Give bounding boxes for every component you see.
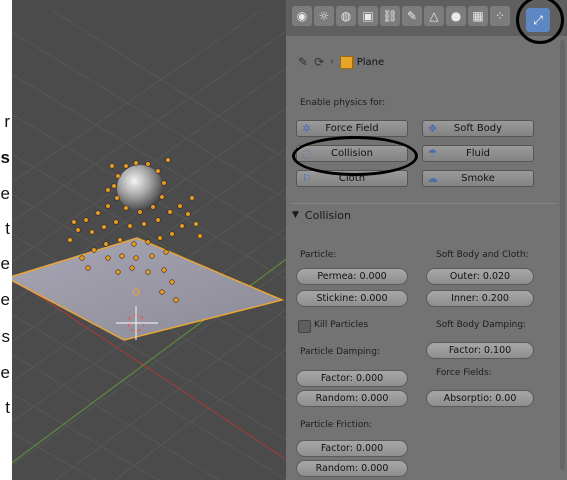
properties-editor: ◉ ☼ ◍ ▣ ⛓ ✎ △ ● ▦ ⁘ ⤢ ✎ ⟳ › Plane Enable…: [286, 0, 567, 480]
fluid-button[interactable]: ☂ Fluid: [422, 145, 534, 162]
inner-field[interactable]: Inner: 0.200: [426, 290, 534, 307]
smoke-button[interactable]: ☁ Smoke: [422, 170, 534, 187]
document-fragment: e: [0, 254, 10, 273]
plane-object: [12, 237, 285, 341]
outer-field[interactable]: Outer: 0.020: [426, 268, 534, 285]
document-fragment: t: [5, 398, 10, 417]
document-fragment: s: [1, 327, 11, 346]
document-fragment: s: [0, 148, 10, 167]
triangle-down-icon: ▼: [292, 210, 299, 220]
soft-body-cloth-label: Soft Body and Cloth:: [436, 250, 529, 260]
friction-random-field[interactable]: Random: 0.000: [296, 460, 408, 477]
fluid-icon: ☂: [427, 147, 438, 160]
absorption-field[interactable]: Absorptio: 0.00: [426, 390, 534, 407]
object-cube-icon: [339, 55, 353, 69]
material-icon[interactable]: ●: [446, 6, 466, 26]
object-icon[interactable]: ▣: [358, 6, 378, 26]
wrench-icon[interactable]: ✎: [402, 6, 422, 26]
camera-icon[interactable]: ◉: [292, 6, 312, 26]
soft-body-button[interactable]: ❖ Soft Body: [422, 120, 534, 137]
document-fragment-column: r s e t e e s e t: [0, 0, 12, 480]
collision-panel-title: Collision: [304, 208, 351, 222]
soft-body-icon: ❖: [427, 122, 438, 135]
cloth-icon: ⚐: [301, 172, 312, 185]
pin-icon[interactable]: ✎: [298, 55, 308, 69]
3d-viewport[interactable]: [12, 0, 287, 480]
document-fragment: r: [4, 112, 10, 131]
document-fragment: t: [5, 219, 10, 238]
scene-link-icon[interactable]: ⟳: [314, 55, 324, 69]
particle-friction-label: Particle Friction:: [300, 420, 373, 430]
viewport-scene: [12, 9, 287, 480]
kill-particles-checkbox[interactable]: [298, 320, 311, 333]
soft-body-damping-factor-field[interactable]: Factor: 0.100: [426, 342, 534, 359]
document-fragment: e: [0, 363, 10, 382]
document-fragment: e: [0, 290, 10, 309]
damping-random-field[interactable]: Random: 0.000: [296, 390, 408, 407]
scene-icon[interactable]: ☼: [314, 6, 334, 26]
highlight-circle-collision: [292, 136, 418, 176]
enable-physics-label: Enable physics for:: [300, 98, 386, 108]
document-fragment: e: [0, 184, 10, 203]
properties-scrollbar[interactable]: [560, 40, 565, 470]
world-icon[interactable]: ◍: [336, 6, 356, 26]
constraint-icon[interactable]: ⛓: [380, 6, 400, 26]
force-fields-label: Force Fields:: [436, 368, 492, 378]
highlight-circle-physics-tab: [516, 0, 564, 44]
object-name: Plane: [356, 56, 385, 68]
particle-label: Particle:: [300, 250, 337, 260]
force-field-icon: ✲: [301, 122, 312, 135]
soft-body-damping-label: Soft Body Damping:: [436, 320, 527, 330]
force-field-button[interactable]: ✲ Force Field: [296, 120, 408, 137]
context-path: ✎ ⟳ › Plane: [298, 52, 384, 72]
permea-field[interactable]: Permea: 0.000: [296, 268, 408, 285]
mesh-icon[interactable]: △: [424, 6, 444, 26]
damping-factor-field[interactable]: Factor: 0.000: [296, 370, 408, 387]
collision-panel-header[interactable]: ▼ Collision: [292, 203, 557, 226]
kill-particles-label: Kill Particles: [314, 320, 369, 330]
particle-damping-label: Particle Damping:: [300, 347, 380, 357]
smoke-icon: ☁: [427, 172, 438, 185]
particles-icon[interactable]: ⁘: [490, 6, 510, 26]
friction-factor-field[interactable]: Factor: 0.000: [296, 440, 408, 457]
stickiness-field[interactable]: Stickine: 0.000: [296, 290, 408, 307]
texture-icon[interactable]: ▦: [468, 6, 488, 26]
object-chip[interactable]: Plane: [339, 55, 385, 69]
chevron-right-icon: ›: [330, 57, 334, 67]
